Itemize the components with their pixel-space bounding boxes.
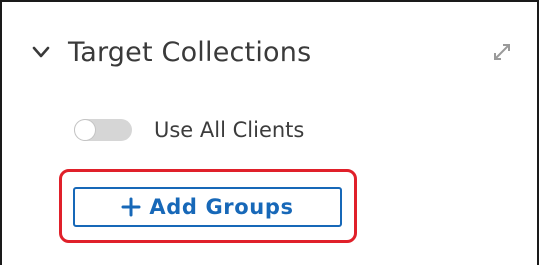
add-groups-label: Add Groups <box>149 195 294 219</box>
plus-icon <box>121 197 141 217</box>
section-title: Target Collections <box>68 36 312 68</box>
add-groups-button[interactable]: Add Groups <box>73 187 342 227</box>
target-collections-panel: Target Collections Use All Clients Add G… <box>0 0 539 265</box>
use-all-clients-toggle[interactable] <box>74 119 132 141</box>
chevron-down-icon[interactable] <box>30 41 52 63</box>
expand-icon[interactable] <box>488 38 516 66</box>
section-header[interactable]: Target Collections <box>30 28 311 76</box>
use-all-clients-row: Use All Clients <box>74 112 304 148</box>
toggle-knob <box>75 120 95 140</box>
use-all-clients-label: Use All Clients <box>154 118 305 142</box>
